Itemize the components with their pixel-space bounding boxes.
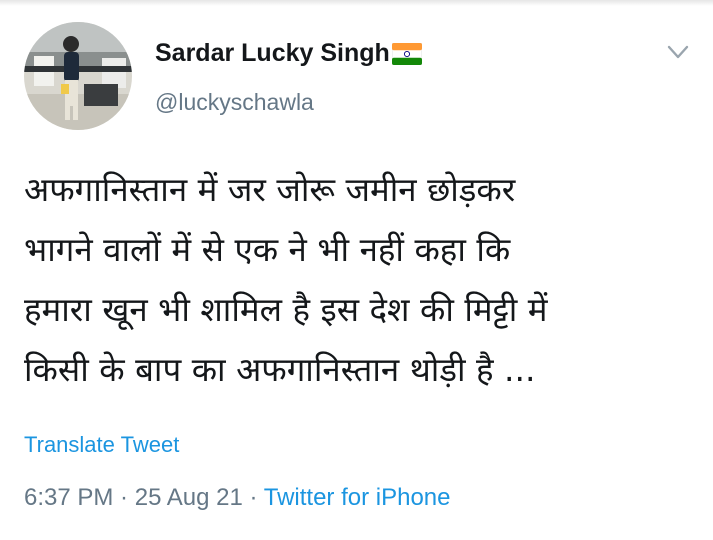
author-handle[interactable]: @luckyschawla (155, 89, 314, 116)
top-divider (0, 0, 713, 6)
meta-separator: · (242, 484, 264, 511)
tweet-time[interactable]: 6:37 PM (24, 484, 113, 511)
tweet-text-line: भागने वालों में से एक ने भी नहीं कहा कि (24, 230, 511, 269)
tweet-text-line: अफगानिस्तान में जर जोरू जमीन छोड़कर (24, 170, 516, 209)
tweet-text: अफगानिस्तान में जर जोरू जमीन छोड़कर भागन… (24, 160, 704, 400)
indian-flag-icon (391, 42, 422, 65)
tweet-source-link[interactable]: Twitter for iPhone (264, 484, 451, 511)
tweet-text-line: किसी के बाप का अफगानिस्तान थोड़ी है ... (24, 350, 536, 389)
author-name-row[interactable]: Sardar Lucky Singh (155, 39, 422, 68)
translate-tweet-link[interactable]: Translate Tweet (24, 432, 179, 458)
tweet-metadata: 6:37 PM · 25 Aug 21 · Twitter for iPhone (24, 484, 450, 512)
meta-separator: · (113, 484, 135, 511)
chevron-down-icon (667, 45, 689, 59)
tweet-menu-button[interactable] (664, 41, 692, 63)
tweet-text-line: हमारा खून भी शामिल है इस देश की मिट्टी म… (24, 290, 548, 329)
author-display-name[interactable]: Sardar Lucky Singh (155, 39, 390, 68)
tweet-date[interactable]: 25 Aug 21 (135, 484, 243, 511)
avatar[interactable] (24, 22, 132, 130)
